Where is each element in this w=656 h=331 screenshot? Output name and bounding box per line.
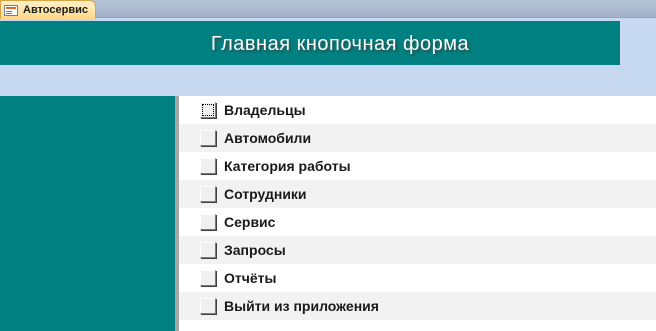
document-tab-autoservice[interactable]: Автосервис	[0, 0, 96, 19]
switchboard-menu: Владельцы Автомобили Категория работы Со…	[179, 96, 656, 331]
page-title: Главная кнопочная форма	[210, 33, 470, 55]
form-header: Главная кнопочная форма	[0, 21, 620, 65]
menu-item-owners[interactable]: Владельцы	[179, 96, 656, 124]
menu-button-queries[interactable]	[200, 242, 216, 258]
form-icon	[4, 4, 18, 16]
menu-item-cars[interactable]: Автомобили	[179, 124, 656, 152]
menu-button-cars[interactable]	[200, 130, 216, 146]
menu-item-label[interactable]: Сервис	[224, 214, 275, 230]
menu-item-label[interactable]: Отчёты	[224, 270, 276, 286]
menu-item-label[interactable]: Выйти из приложения	[224, 298, 379, 314]
menu-item-label[interactable]: Сотрудники	[224, 186, 307, 202]
menu-button-owners[interactable]	[200, 102, 216, 118]
menu-item-label[interactable]: Категория работы	[224, 158, 351, 174]
menu-button-reports[interactable]	[200, 270, 216, 286]
menu-item-queries[interactable]: Запросы	[179, 236, 656, 264]
menu-item-employees[interactable]: Сотрудники	[179, 180, 656, 208]
menu-item-reports[interactable]: Отчёты	[179, 264, 656, 292]
menu-button-service[interactable]	[200, 214, 216, 230]
menu-item-work-category[interactable]: Категория работы	[179, 152, 656, 180]
menu-item-label[interactable]: Запросы	[224, 242, 286, 258]
menu-button-work-category[interactable]	[200, 158, 216, 174]
header-spacer	[620, 21, 656, 65]
menu-item-service[interactable]: Сервис	[179, 208, 656, 236]
menu-button-exit[interactable]	[200, 298, 216, 314]
menu-item-exit[interactable]: Выйти из приложения	[179, 292, 656, 320]
document-tab-strip: Автосервис	[0, 0, 656, 19]
left-teal-panel	[0, 96, 175, 331]
document-tab-label: Автосервис	[23, 4, 88, 16]
menu-item-label[interactable]: Владельцы	[224, 102, 306, 118]
menu-button-employees[interactable]	[200, 186, 216, 202]
menu-item-label[interactable]: Автомобили	[224, 130, 311, 146]
